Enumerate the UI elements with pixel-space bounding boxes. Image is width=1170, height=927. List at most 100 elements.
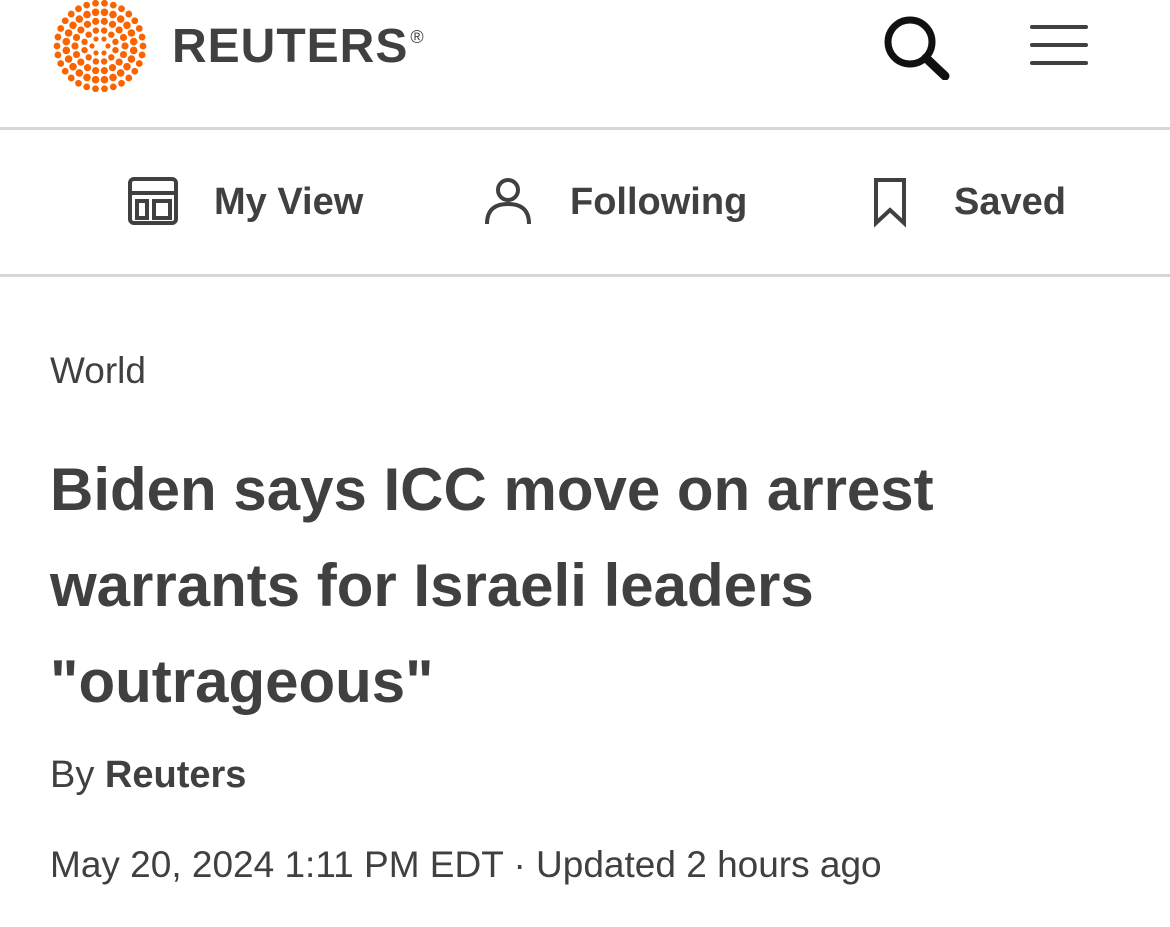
logo-dot — [83, 10, 91, 19]
logo-dot — [92, 85, 99, 92]
logo-dot — [127, 55, 136, 63]
logo-dot — [108, 20, 117, 28]
logo-dot — [105, 43, 111, 49]
nav-following[interactable]: Following — [482, 130, 747, 274]
logo-dot — [54, 33, 62, 41]
byline-prefix: By — [50, 754, 95, 796]
logo-dot — [119, 33, 128, 42]
logo-dot — [91, 8, 100, 17]
logo-dot — [72, 33, 81, 42]
logo-dot — [64, 29, 73, 37]
logo-dot — [53, 42, 61, 50]
nav-my-view[interactable]: My View — [126, 130, 363, 274]
logo-dot — [138, 33, 146, 41]
logo-dot — [75, 5, 82, 13]
section-link[interactable]: World — [50, 350, 146, 392]
logo-dot — [123, 62, 131, 71]
logo-dot — [57, 25, 65, 32]
logo-dot — [108, 64, 117, 72]
person-icon — [485, 178, 531, 225]
logo-dot — [131, 67, 139, 75]
logo-dot — [100, 75, 109, 84]
logo-dot — [116, 69, 125, 77]
logo-dot — [61, 17, 69, 25]
top-header: REUTERS ® — [0, 0, 1170, 130]
search-icon — [884, 16, 950, 81]
dateline: May 20, 2024 1:11 PM EDT · Updated 2 hou… — [50, 844, 882, 886]
logo-dot — [85, 54, 92, 61]
logo-dot — [92, 0, 99, 7]
registered-mark: ® — [410, 26, 425, 47]
logo-dot — [112, 38, 119, 46]
byline: By Reuters — [50, 754, 246, 797]
logo-dot — [77, 58, 85, 66]
logo-dot — [127, 29, 136, 37]
logo-dot — [57, 60, 65, 67]
logo-dot — [91, 75, 100, 84]
logo-dot — [89, 43, 95, 49]
menu-button[interactable] — [1028, 22, 1090, 68]
logo-dot — [83, 20, 92, 28]
byline-author[interactable]: Reuters — [105, 754, 247, 796]
search-button[interactable] — [882, 14, 952, 81]
logo-dot — [81, 38, 88, 46]
logo-dot — [101, 36, 107, 42]
logo-dot — [129, 37, 138, 46]
logo-dot — [100, 67, 108, 75]
logo-dot — [121, 42, 129, 50]
logo-dot — [69, 62, 77, 71]
logo-dot — [54, 51, 62, 59]
logo-dot — [101, 50, 107, 56]
layout-icon — [128, 177, 178, 225]
logo-dot — [77, 26, 85, 34]
logo-dot — [118, 79, 125, 87]
reuters-logo-mark-icon — [53, 0, 147, 92]
logo-dot — [67, 10, 75, 18]
logo-dot — [92, 27, 100, 34]
logo-dot — [125, 10, 133, 18]
logo-dot — [135, 25, 143, 32]
logo-dot — [75, 79, 82, 87]
logo-dot — [115, 58, 123, 66]
logo-dot — [108, 54, 115, 61]
logo-dot — [138, 51, 146, 59]
dateline-separator: · — [513, 844, 526, 885]
logo-dot — [101, 85, 108, 92]
logo-dot — [100, 27, 108, 34]
logo-dot — [93, 36, 99, 42]
logo-dot — [67, 74, 75, 82]
logo-dot — [92, 17, 100, 25]
logo-dot — [139, 42, 147, 50]
nav-following-label: Following — [570, 180, 748, 223]
bookmark-icon — [874, 178, 906, 228]
logo-dot — [75, 69, 84, 77]
logo-dot — [108, 31, 115, 38]
logo-dot — [83, 83, 91, 91]
logo-dot — [69, 21, 77, 30]
reuters-logo[interactable]: REUTERS ® — [50, 0, 425, 92]
updated-time: Updated 2 hours ago — [536, 844, 882, 885]
logo-dot — [62, 46, 71, 55]
logo-dot — [123, 21, 131, 30]
logo-dot — [64, 55, 73, 63]
logo-dot — [109, 73, 117, 82]
logo-dot — [101, 0, 108, 7]
logo-dot — [100, 17, 108, 25]
logo-dot — [71, 42, 79, 50]
hamburger-menu-icon — [1030, 25, 1088, 65]
logo-dot — [83, 64, 92, 72]
nav-saved[interactable]: Saved — [868, 130, 1066, 274]
logo-dot — [92, 67, 100, 75]
logo-dot — [83, 73, 91, 82]
nav-saved-label: Saved — [954, 180, 1066, 223]
logo-dot — [109, 10, 117, 19]
logo-dot — [135, 60, 143, 67]
logo-dot — [118, 5, 125, 13]
logo-dot — [62, 37, 71, 46]
logo-dot — [85, 31, 92, 38]
logo-dot — [61, 67, 69, 75]
logo-dot — [119, 50, 128, 59]
logo-dot — [100, 58, 108, 65]
logo-dot — [75, 15, 84, 23]
logo-dot — [112, 46, 119, 54]
